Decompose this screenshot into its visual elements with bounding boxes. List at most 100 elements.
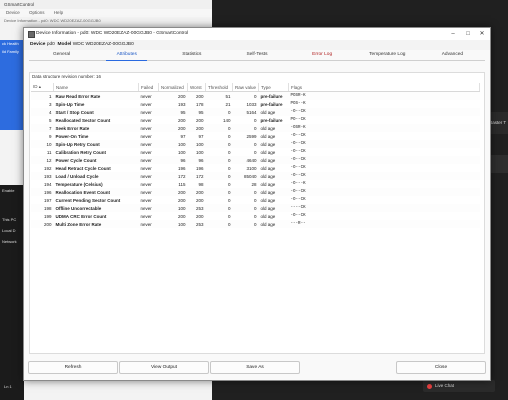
attr-failed: never: [138, 156, 159, 164]
attr-raw-value: 0: [232, 220, 259, 228]
attr-flags: -O--CK: [288, 156, 480, 164]
attr-name: Current Pending Sector Count: [55, 197, 121, 203]
attr-id: 11: [46, 149, 52, 155]
column-header-flags[interactable]: Flags: [288, 83, 481, 92]
maximize-icon[interactable]: □: [461, 28, 475, 40]
table-row[interactable]: 9 Power-On Time never 97 97 0 2599 old age -O--C…: [31, 132, 480, 140]
attr-failed: never: [138, 204, 159, 212]
attr-normalized: 100: [177, 149, 186, 155]
device-information-dialog: Device Information - pd0: WDC WD20EZAZ-0…: [23, 27, 491, 381]
explorer-item-local-disk[interactable]: Local D: [0, 225, 24, 236]
attr-id: 5: [48, 117, 52, 123]
attr-failed: never: [140, 213, 152, 219]
column-header-raw-value[interactable]: Raw value: [232, 83, 260, 92]
explorer-item-this-pc[interactable]: This PC: [0, 214, 24, 225]
tab-general[interactable]: General: [29, 50, 94, 60]
app-icon: [28, 31, 35, 38]
attr-normalized: 95: [158, 108, 188, 116]
column-header-id[interactable]: ID ▴: [31, 83, 54, 92]
attr-threshold: 0: [227, 133, 231, 139]
table-row[interactable]: 192 Head Retract Cycle Count never 196 196 0 3…: [31, 164, 480, 172]
attr-flags: -O--CK: [288, 140, 480, 148]
explorer-item-enable[interactable]: Enable: [0, 185, 24, 196]
column-header-worst[interactable]: Worst: [187, 83, 206, 92]
table-row[interactable]: 199 UDMA CRC Error Count never 200 200 0 0 old …: [31, 212, 480, 220]
table-row[interactable]: 196 Reallocation Event Count never 200 200 0 0…: [31, 188, 480, 196]
tab-bar: General Attributes Statistics Self-Tests…: [29, 50, 485, 61]
refresh-button[interactable]: Refresh: [28, 361, 118, 374]
attr-type: old age: [258, 124, 289, 132]
table-row[interactable]: 5 Reallocated Sector Count never 200 200 140 0…: [31, 116, 480, 124]
close-icon[interactable]: ✕: [475, 28, 489, 40]
attr-failed: never: [138, 140, 159, 148]
attr-type: old age: [260, 133, 276, 139]
column-header-normalized[interactable]: Normalized: [158, 83, 188, 92]
table-row[interactable]: 11 Calibration Retry Count never 100 100 0 0 ol…: [31, 148, 480, 156]
table-row[interactable]: 193 Load / Unload Cycle never 172 172 0 85040 o…: [31, 172, 480, 180]
attr-threshold: 140: [222, 117, 231, 123]
attr-normalized: 200: [177, 117, 186, 123]
attr-raw-value: 0: [232, 188, 259, 196]
attr-worst: 253: [187, 204, 206, 212]
attr-type: old age: [260, 181, 276, 187]
save-as-button[interactable]: Save As: [210, 361, 300, 374]
dialog-titlebar[interactable]: Device Information - pd0: WDC WD20EZAZ-0…: [24, 28, 490, 40]
menu-options[interactable]: Options: [29, 10, 45, 15]
minimize-icon[interactable]: –: [446, 28, 460, 40]
attr-threshold: 0: [205, 188, 233, 196]
tab-self-tests[interactable]: Self-Tests: [224, 50, 289, 60]
tab-attributes[interactable]: Attributes: [94, 50, 159, 61]
attr-threshold: 0: [205, 108, 233, 116]
table-row[interactable]: 10 Spin-Up Retry Count never 100 100 0 0 old ag…: [31, 140, 480, 148]
table-row[interactable]: 12 Power Cycle Count never 96 96 0 4640 old age…: [31, 156, 480, 164]
menu-device[interactable]: Device: [6, 10, 20, 15]
table-row[interactable]: 200 Multi Zone Error Rate never 100 253 0 0 old…: [31, 220, 480, 228]
explorer-panel: Enable This PC Local D Network Ln 1: [0, 185, 24, 400]
menu-help[interactable]: Help: [54, 10, 63, 15]
table-row[interactable]: 1 Raw Read Error Rate never 200 200 51 0 pre-fa…: [31, 91, 480, 100]
table-row[interactable]: 7 Seek Error Rate never 200 200 0 0 old age -OSR…: [31, 124, 480, 132]
sort-up-icon: ▴: [38, 84, 42, 89]
attr-worst: 100: [187, 140, 206, 148]
attr-raw-value: 0: [254, 213, 257, 219]
attr-raw-value: 5164: [232, 108, 259, 116]
attr-threshold: 21: [225, 101, 231, 107]
attr-worst: 100: [195, 149, 204, 155]
attr-worst: 200: [195, 117, 204, 123]
attr-worst: 178: [195, 101, 204, 107]
line-indicator: Ln 1: [4, 384, 12, 389]
attr-threshold: 0: [227, 165, 231, 171]
column-header-failed[interactable]: Failed: [138, 83, 159, 92]
attr-normalized: 97: [180, 133, 186, 139]
device-info-line: Device pd0 Model WDC WD20EZAZ-00GGJB0: [24, 40, 490, 50]
attr-worst: 200: [187, 124, 206, 132]
table-row[interactable]: 4 Start / Stop Count never 95 95 0 5164 old age…: [31, 108, 480, 116]
table-row[interactable]: 194 Temperature (Celsius) never 115 98 0 28 old…: [31, 180, 480, 188]
tab-statistics[interactable]: Statistics: [159, 50, 224, 60]
explorer-item-network[interactable]: Network: [0, 236, 24, 247]
attr-threshold: 0: [227, 181, 231, 187]
tab-temperature-log[interactable]: Temperature Log: [355, 50, 420, 60]
attr-worst: 196: [195, 165, 204, 171]
attr-normalized: 100: [158, 220, 188, 228]
attr-flags: -O--CK: [290, 166, 306, 170]
tab-advanced[interactable]: Advanced: [420, 50, 485, 60]
column-header-name[interactable]: Name: [53, 83, 139, 92]
live-chat-button[interactable]: Live Chat: [423, 380, 495, 392]
device-label: Device: [30, 42, 46, 47]
table-row[interactable]: 3 Spin-Up Time never 193 178 21 1033 pre-failur…: [31, 100, 480, 108]
attr-flags: -O--CK: [290, 214, 306, 218]
attr-flags: ---R--: [288, 220, 480, 228]
tab-error-log[interactable]: Error Log: [290, 50, 355, 60]
attr-raw-value: 0: [232, 140, 259, 148]
column-header-type[interactable]: Type: [258, 83, 290, 92]
attr-name: Seek Error Rate: [53, 124, 139, 132]
table-row[interactable]: 198 Offline Uncorrectable never 100 253 0 0 old…: [31, 204, 480, 212]
column-header-threshold[interactable]: Threshold: [205, 83, 233, 92]
attr-flags: -OSR-K: [288, 124, 480, 132]
attr-worst: 97: [198, 133, 204, 139]
table-row[interactable]: 197 Current Pending Sector Count never 200 2…: [31, 196, 480, 204]
view-output-button[interactable]: View Output: [119, 361, 209, 374]
close-button[interactable]: Close: [396, 361, 486, 374]
attr-name: Power-On Time: [55, 133, 89, 139]
